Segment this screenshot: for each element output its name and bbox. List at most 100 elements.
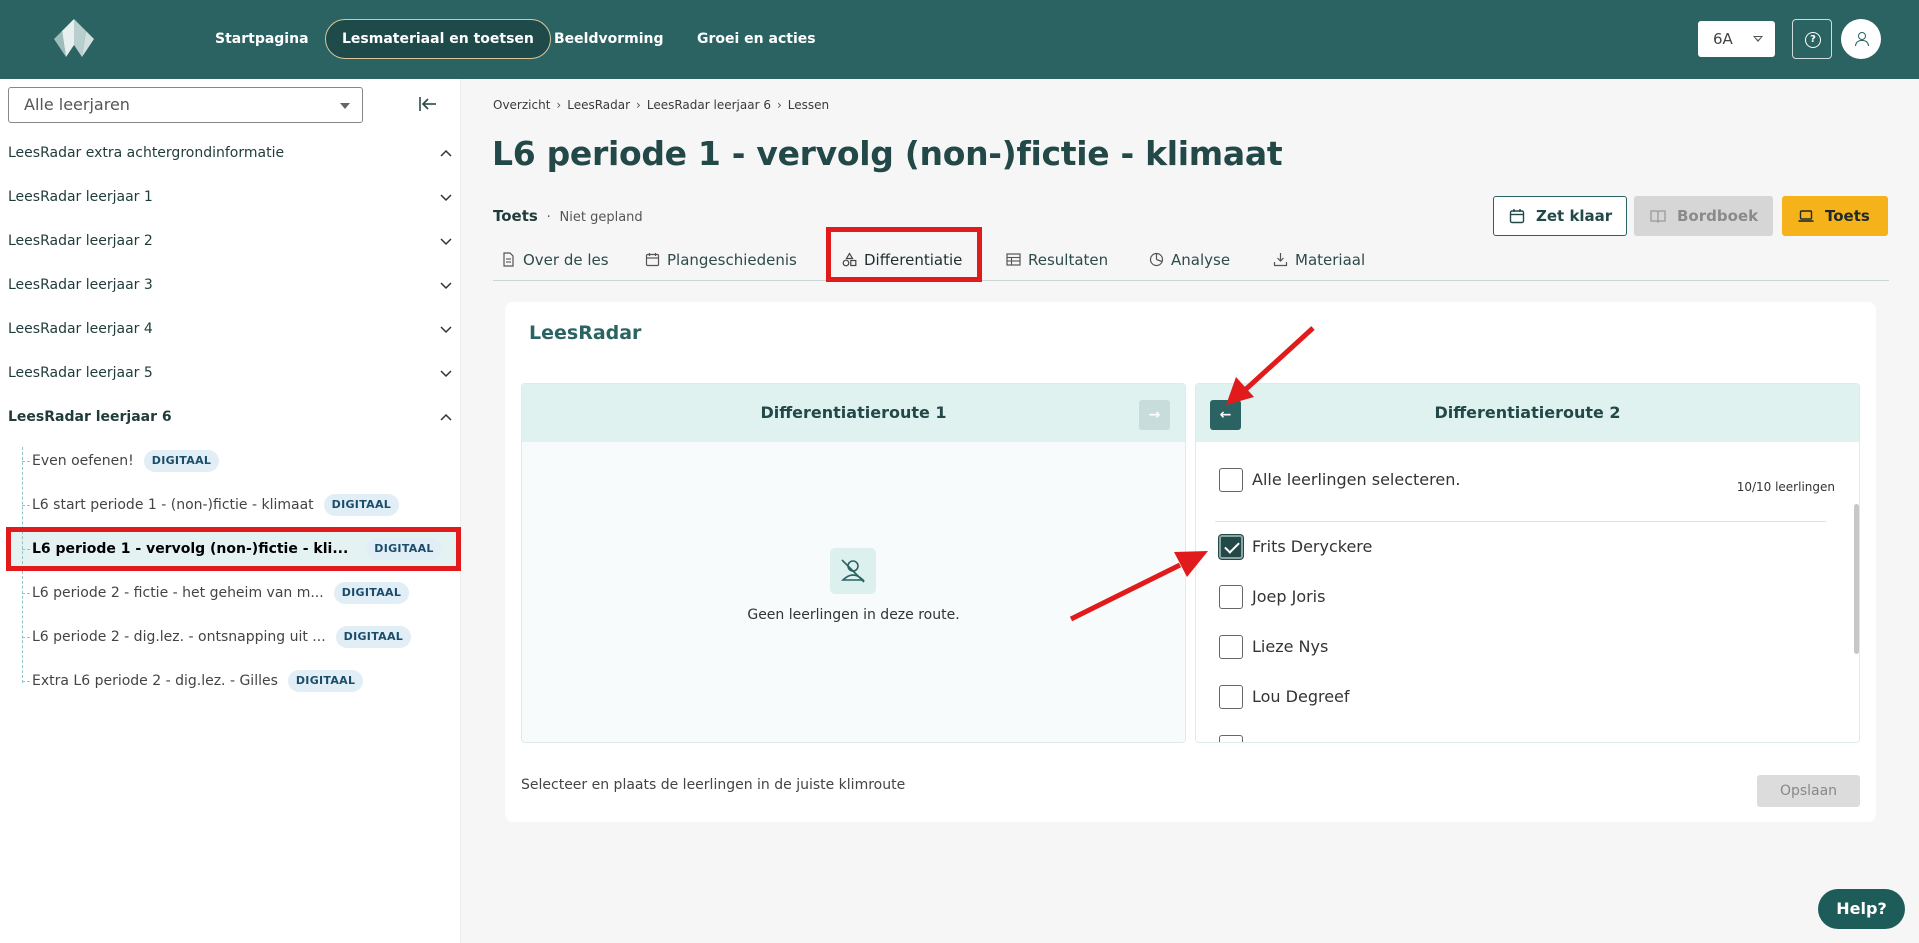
page-title: L6 periode 1 - vervolg (non-)fictie - kl… bbox=[492, 134, 1283, 173]
user-slash-icon bbox=[830, 548, 876, 594]
tab-analyse[interactable]: Analyse bbox=[1145, 245, 1230, 281]
select-all-label: Alle leerlingen selecteren. bbox=[1252, 470, 1461, 489]
lesson-badge: DIGITAAL bbox=[143, 450, 220, 472]
lesson-badge: DIGITAAL bbox=[287, 670, 364, 692]
lesson-item[interactable]: L6 periode 2 - dig.lez. - ontsnapping ui… bbox=[22, 624, 412, 650]
help-button[interactable]: ? bbox=[1792, 19, 1832, 59]
pie-chart-icon bbox=[1149, 252, 1164, 267]
save-button[interactable]: Opslaan bbox=[1757, 775, 1860, 807]
top-navigation-bar: Startpagina Lesmateriaal en toetsen Beel… bbox=[0, 0, 1919, 79]
chevron-up-icon bbox=[440, 413, 452, 421]
breadcrumb-item[interactable]: LeesRadar bbox=[567, 98, 630, 112]
chevron-down-icon bbox=[440, 194, 452, 202]
breadcrumb-item[interactable]: LeesRadar leerjaar 6 bbox=[647, 98, 771, 112]
zet-klaar-button[interactable]: Zet klaar bbox=[1493, 196, 1627, 236]
status-separator: · bbox=[546, 210, 551, 225]
chevron-down-icon bbox=[440, 370, 452, 378]
sidebar-group-label: LeesRadar extra achtergrondinformatie bbox=[8, 145, 285, 161]
class-select[interactable]: 6A bbox=[1698, 21, 1775, 57]
checkbox-box[interactable] bbox=[1219, 685, 1243, 709]
lesson-item[interactable]: L6 start periode 1 - (non-)fictie - klim… bbox=[22, 492, 400, 518]
student-name: Lou Degreef bbox=[1252, 687, 1350, 706]
lesson-status: Toets · Niet gepland bbox=[493, 207, 643, 225]
nav-startpagina[interactable]: Startpagina bbox=[198, 19, 326, 59]
chevron-up-icon bbox=[440, 149, 452, 157]
nav-beeldvorming[interactable]: Beeldvorming bbox=[537, 19, 681, 59]
student-name: Frits Deryckere bbox=[1252, 537, 1373, 556]
breadcrumb-item[interactable]: Overzicht bbox=[493, 98, 550, 112]
annotation-highlight-box bbox=[6, 527, 461, 571]
sidebar-group-extra[interactable]: LeesRadar extra achtergrondinformatie bbox=[8, 141, 453, 165]
lesson-label: L6 start periode 1 - (non-)fictie - klim… bbox=[32, 497, 314, 513]
student-name: Joep Joris bbox=[1252, 587, 1326, 606]
sidebar-group-leerjaar-2[interactable]: LeesRadar leerjaar 2 bbox=[8, 229, 453, 253]
download-icon bbox=[1273, 253, 1288, 267]
sidebar-group-leerjaar-3[interactable]: LeesRadar leerjaar 3 bbox=[8, 273, 453, 297]
tab-plangeschiedenis[interactable]: Plangeschiedenis bbox=[641, 245, 797, 281]
question-icon: ? bbox=[1805, 32, 1821, 48]
route-header: Differentiatieroute 1 → bbox=[522, 384, 1185, 442]
route-panel-1: Differentiatieroute 1 → Geen leerlingen … bbox=[521, 383, 1186, 743]
lesson-item[interactable]: L6 periode 2 - fictie - het geheim van m… bbox=[22, 580, 410, 606]
year-select[interactable]: Alle leerjaren bbox=[8, 87, 363, 123]
dropdown-triangle-icon bbox=[1753, 36, 1763, 42]
app-logo-icon[interactable] bbox=[52, 17, 96, 59]
scrollbar[interactable] bbox=[1854, 504, 1859, 654]
dropdown-triangle-icon bbox=[340, 103, 350, 109]
route-title: Differentiatieroute 2 bbox=[1434, 403, 1621, 422]
lesson-label: Even oefenen! bbox=[32, 453, 134, 469]
breadcrumb-separator: › bbox=[556, 98, 562, 112]
lesson-tabs: Over de les Plangeschiedenis Differentia… bbox=[493, 245, 1889, 281]
laptop-icon bbox=[1798, 210, 1814, 222]
divider bbox=[1215, 521, 1826, 522]
sidebar-group-label: LeesRadar leerjaar 4 bbox=[8, 321, 153, 337]
tab-label: Plangeschiedenis bbox=[667, 251, 797, 269]
checkbox-box[interactable] bbox=[1219, 635, 1243, 659]
calendar-icon bbox=[1509, 209, 1525, 224]
sidebar-group-label: LeesRadar leerjaar 6 bbox=[8, 409, 172, 425]
breadcrumb-item-current: Lessen bbox=[787, 98, 830, 112]
bordboek-button[interactable]: Bordboek bbox=[1634, 196, 1773, 236]
sidebar-group-label: LeesRadar leerjaar 5 bbox=[8, 365, 153, 381]
sidebar-group-label: LeesRadar leerjaar 2 bbox=[8, 233, 153, 249]
tab-materiaal[interactable]: Materiaal bbox=[1269, 245, 1365, 281]
sidebar-group-leerjaar-1[interactable]: LeesRadar leerjaar 1 bbox=[8, 185, 453, 209]
instruction-text: Selecteer en plaats de leerlingen in de … bbox=[521, 777, 906, 793]
document-icon bbox=[503, 252, 514, 267]
user-avatar[interactable] bbox=[1841, 19, 1881, 59]
tab-label: Analyse bbox=[1171, 251, 1231, 269]
student-name: Lieze Nys bbox=[1252, 637, 1329, 656]
checkbox-checked[interactable] bbox=[1219, 535, 1243, 559]
breadcrumb-separator: › bbox=[636, 98, 641, 112]
chevron-down-icon bbox=[440, 282, 452, 290]
lesson-label: Extra L6 periode 2 - dig.lez. - Gilles bbox=[32, 673, 278, 689]
tab-resultaten[interactable]: Resultaten bbox=[1002, 245, 1108, 281]
route-panel-2: Differentiatieroute 2 ← Alle leerlingen … bbox=[1195, 383, 1860, 743]
route-header: Differentiatieroute 2 ← bbox=[1196, 384, 1859, 442]
sidebar-group-leerjaar-5[interactable]: LeesRadar leerjaar 5 bbox=[8, 361, 453, 385]
tab-over-de-les[interactable]: Over de les bbox=[497, 245, 609, 281]
breadcrumb: Overzicht › LeesRadar › LeesRadar leerjaar 6… bbox=[493, 98, 829, 112]
sidebar-group-leerjaar-6[interactable]: LeesRadar leerjaar 6 bbox=[8, 405, 453, 429]
collapse-sidebar-icon[interactable] bbox=[418, 94, 438, 114]
move-right-button[interactable]: → bbox=[1139, 400, 1170, 430]
sidebar-group-leerjaar-4[interactable]: LeesRadar leerjaar 4 bbox=[8, 317, 453, 341]
empty-route-message: Geen leerlingen in deze route. bbox=[747, 607, 960, 623]
help-chat-button[interactable]: Help? bbox=[1818, 889, 1905, 929]
nav-groei-en-acties[interactable]: Groei en acties bbox=[680, 19, 833, 59]
checkbox-box[interactable] bbox=[1219, 585, 1243, 609]
lesson-item[interactable]: Even oefenen! DIGITAAL bbox=[22, 448, 220, 474]
checkbox-box[interactable] bbox=[1219, 735, 1243, 742]
tab-label: Over de les bbox=[523, 251, 609, 269]
calendar-icon bbox=[645, 253, 660, 267]
move-left-button[interactable]: ← bbox=[1210, 400, 1241, 430]
student-count: 10/10 leerlingen bbox=[1736, 480, 1835, 494]
lesson-item[interactable]: Extra L6 periode 2 - dig.lez. - Gilles DI… bbox=[22, 668, 364, 694]
checkbox-box[interactable] bbox=[1219, 468, 1243, 492]
tab-label: Materiaal bbox=[1295, 251, 1366, 269]
nav-lesmateriaal-en-toetsen[interactable]: Lesmateriaal en toetsen bbox=[325, 19, 551, 59]
toets-button[interactable]: Toets bbox=[1782, 196, 1888, 236]
bordboek-label: Bordboek bbox=[1677, 207, 1759, 225]
annotation-highlight-box bbox=[826, 227, 982, 282]
lesson-badge: DIGITAAL bbox=[335, 626, 412, 648]
